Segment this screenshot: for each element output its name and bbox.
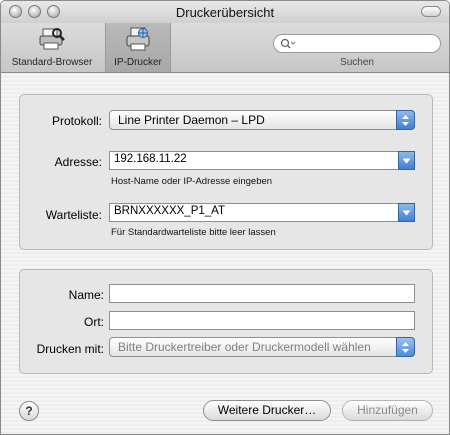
name-input[interactable] [110, 285, 414, 302]
search-icon [280, 38, 296, 49]
toolbar: Standard-Browser IP-Drucker Suchen [1, 23, 449, 73]
window-title: Druckerübersicht [175, 5, 275, 20]
print-with-popup[interactable]: Bitte Druckertreiber oder Druckermodell … [109, 337, 415, 357]
print-with-value: Bitte Druckertreiber oder Druckermodell … [118, 340, 371, 354]
toolbar-toggle-button[interactable] [421, 6, 441, 17]
location-label: Ort: [84, 315, 104, 329]
ip-printer-label: IP-Drucker [114, 57, 162, 68]
address-combo[interactable] [109, 151, 415, 170]
title-bar: Druckerübersicht [1, 1, 449, 23]
search-field[interactable] [273, 34, 441, 53]
popup-arrows-icon [396, 337, 415, 357]
help-button[interactable]: ? [19, 401, 39, 421]
protocol-value: Line Printer Daemon – LPD [118, 113, 265, 127]
name-label: Name: [68, 288, 104, 302]
location-field[interactable] [109, 311, 415, 330]
address-input[interactable] [114, 153, 394, 165]
more-printers-button[interactable]: Weitere Drucker… [203, 400, 331, 421]
queue-hint: Für Standardwarteliste bitte leer lassen [111, 227, 276, 238]
print-with-label: Drucken mit: [36, 342, 104, 356]
default-browser-tab[interactable]: Standard-Browser [3, 23, 101, 72]
queue-input[interactable] [114, 205, 394, 217]
protocol-label: Protokoll: [51, 114, 102, 128]
queue-combo[interactable] [109, 203, 415, 222]
printer-magnifier-icon [39, 28, 65, 50]
location-input[interactable] [110, 312, 414, 329]
ip-printer-tab[interactable]: IP-Drucker [105, 23, 171, 72]
add-button[interactable]: Hinzufügen [342, 400, 433, 421]
name-field[interactable] [109, 284, 415, 303]
default-browser-label: Standard-Browser [11, 57, 93, 68]
network-printer-icon [126, 27, 150, 51]
address-label: Adresse: [54, 155, 102, 169]
address-hint: Host-Name oder IP-Adresse eingeben [111, 176, 273, 187]
combo-arrow-icon[interactable] [398, 203, 415, 222]
search-label: Suchen [340, 57, 374, 68]
printer-browser-window: Druckerübersicht Standard-Browser IP-Dru… [0, 0, 450, 435]
popup-arrows-icon [396, 110, 415, 130]
queue-label: Warteliste: [45, 208, 102, 222]
combo-arrow-icon[interactable] [398, 151, 415, 170]
protocol-popup[interactable]: Line Printer Daemon – LPD [109, 110, 415, 130]
